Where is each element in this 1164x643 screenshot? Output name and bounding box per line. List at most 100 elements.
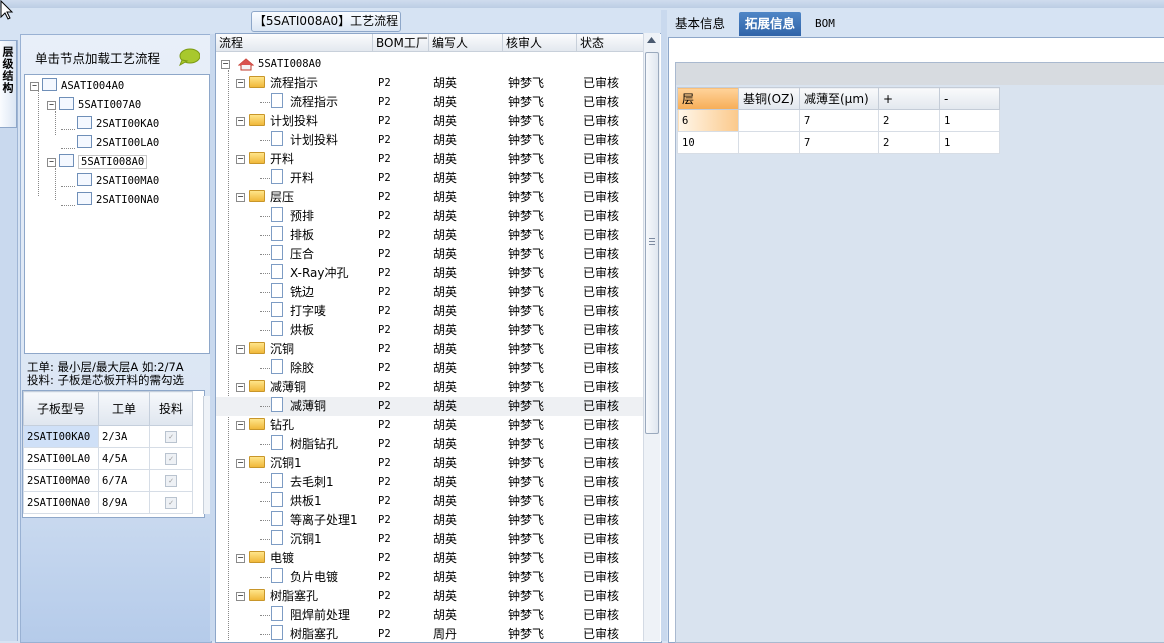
collapse-toggle-icon[interactable]: − xyxy=(236,79,245,88)
process-row[interactable]: 沉铜1 P2 胡英 钟梦飞 已审核 xyxy=(216,530,644,549)
col-header-layer[interactable]: 层 xyxy=(677,87,739,110)
tree-node-2sati00ka0[interactable]: 2SATI00KA0 xyxy=(77,116,159,132)
base-copper-cell[interactable] xyxy=(738,131,800,154)
scroll-up-icon[interactable] xyxy=(647,37,656,43)
feed-checkbox[interactable]: ✓ xyxy=(165,453,177,465)
process-row[interactable]: 等离子处理1 P2 胡英 钟梦飞 已审核 xyxy=(216,511,644,530)
sub-model-cell[interactable]: 2SATI00NA0 xyxy=(23,491,99,514)
tree-node-5sati007a0[interactable]: −5SATI007A0 xyxy=(47,97,141,113)
process-row[interactable]: − 计划投料 P2 胡英 钟梦飞 已审核 xyxy=(216,112,644,131)
process-row[interactable]: 计划投料 P2 胡英 钟梦飞 已审核 xyxy=(216,131,644,150)
table-row[interactable]: 2SATI00LA0 4/5A ✓ xyxy=(23,447,193,470)
col-header-plus[interactable]: + xyxy=(878,87,940,110)
process-row[interactable]: 去毛刺1 P2 胡英 钟梦飞 已审核 xyxy=(216,473,644,492)
layer-cell[interactable]: 10 xyxy=(677,131,739,154)
tree-node-2sati00ma0[interactable]: 2SATI00MA0 xyxy=(77,173,159,189)
sub-model-cell[interactable]: 2SATI00MA0 xyxy=(23,469,99,492)
process-row[interactable]: 排板 P2 胡英 钟梦飞 已审核 xyxy=(216,226,644,245)
col-header-base-copper[interactable]: 基铜(OZ) xyxy=(738,87,800,110)
process-row[interactable]: − 钻孔 P2 胡英 钟梦飞 已审核 xyxy=(216,416,644,435)
collapse-toggle-icon[interactable]: − xyxy=(236,193,245,202)
table-row[interactable]: 10 7 2 1 xyxy=(677,131,1000,154)
process-row[interactable]: − 层压 P2 胡英 钟梦飞 已审核 xyxy=(216,188,644,207)
process-row[interactable]: 烘板1 P2 胡英 钟梦飞 已审核 xyxy=(216,492,644,511)
process-row[interactable]: − 树脂塞孔 P2 胡英 钟梦飞 已审核 xyxy=(216,587,644,606)
tree-node-5sati008a0[interactable]: −5SATI008A0 xyxy=(47,154,148,170)
process-row[interactable]: − 流程指示 P2 胡英 钟梦飞 已审核 xyxy=(216,74,644,93)
sub-model-cell[interactable]: 2SATI00KA0 xyxy=(23,425,99,448)
collapse-toggle-icon[interactable]: − xyxy=(236,459,245,468)
process-row[interactable]: 除胶 P2 胡英 钟梦飞 已审核 xyxy=(216,359,644,378)
sub-model-cell[interactable]: 2SATI00LA0 xyxy=(23,447,99,470)
process-row[interactable]: 流程指示 P2 胡英 钟梦飞 已审核 xyxy=(216,93,644,112)
collapse-toggle-icon[interactable]: − xyxy=(47,101,56,110)
col-header-order[interactable]: 工单 xyxy=(98,391,150,426)
feed-checkbox[interactable]: ✓ xyxy=(165,475,177,487)
tab-basic-info[interactable]: 基本信息 xyxy=(669,12,731,36)
process-row[interactable]: − 开料 P2 胡英 钟梦飞 已审核 xyxy=(216,150,644,169)
plus-cell[interactable]: 2 xyxy=(878,131,940,154)
tree-node-2sati00la0[interactable]: 2SATI00LA0 xyxy=(77,135,159,151)
process-row[interactable]: 减薄铜 P2 胡英 钟梦飞 已审核 xyxy=(216,397,644,416)
base-copper-cell[interactable] xyxy=(738,109,800,132)
col-header-feed[interactable]: 投料 xyxy=(149,391,193,426)
col-header-reviewer[interactable]: 核审人 xyxy=(503,34,577,52)
col-header-thin-to[interactable]: 减薄至(μm) xyxy=(799,87,879,110)
tab-bom[interactable]: BOM xyxy=(809,12,841,36)
collapse-toggle-icon[interactable]: − xyxy=(236,117,245,126)
process-row[interactable]: − 沉铜 P2 胡英 钟梦飞 已审核 xyxy=(216,340,644,359)
process-row[interactable]: 铣边 P2 胡英 钟梦飞 已审核 xyxy=(216,283,644,302)
tree-node-2sati00na0[interactable]: 2SATI00NA0 xyxy=(77,192,159,208)
process-row[interactable]: 压合 P2 胡英 钟梦飞 已审核 xyxy=(216,245,644,264)
sub-order-cell[interactable]: 8/9A xyxy=(98,491,150,514)
thin-to-cell[interactable]: 7 xyxy=(799,131,879,154)
process-scroll-thumb[interactable] xyxy=(645,52,659,434)
sub-order-cell[interactable]: 4/5A xyxy=(98,447,150,470)
bom-factory-cell: P2 xyxy=(378,324,391,336)
minus-cell[interactable]: 1 xyxy=(939,109,1000,132)
col-header-status[interactable]: 状态 xyxy=(577,34,644,52)
process-row[interactable]: X-Ray冲孔 P2 胡英 钟梦飞 已审核 xyxy=(216,264,644,283)
process-row[interactable]: − 电镀 P2 胡英 钟梦飞 已审核 xyxy=(216,549,644,568)
collapse-toggle-icon[interactable]: − xyxy=(236,421,245,430)
process-row[interactable]: 负片电镀 P2 胡英 钟梦飞 已审核 xyxy=(216,568,644,587)
process-row[interactable]: 打字唛 P2 胡英 钟梦飞 已审核 xyxy=(216,302,644,321)
col-header-process[interactable]: 流程 xyxy=(216,34,373,52)
feed-checkbox[interactable]: ✓ xyxy=(165,431,177,443)
process-row[interactable]: 阻焊前处理 P2 胡英 钟梦飞 已审核 xyxy=(216,606,644,625)
plus-cell[interactable]: 2 xyxy=(878,109,940,132)
col-header-model[interactable]: 子板型号 xyxy=(23,391,99,426)
collapse-toggle-icon[interactable]: − xyxy=(236,155,245,164)
process-row[interactable]: − 沉铜1 P2 胡英 钟梦飞 已审核 xyxy=(216,454,644,473)
layer-cell[interactable]: 6 xyxy=(677,109,739,132)
col-header-minus[interactable]: - xyxy=(939,87,1000,110)
col-header-bom-factory[interactable]: BOM工厂 xyxy=(373,34,429,52)
tree-node-asati004a0[interactable]: − ASATI004A0 xyxy=(30,78,124,94)
collapse-toggle-icon[interactable]: − xyxy=(236,554,245,563)
sub-order-cell[interactable]: 2/3A xyxy=(98,425,150,448)
sub-order-cell[interactable]: 6/7A xyxy=(98,469,150,492)
tree-root-row[interactable]: − 5SATI008A0 xyxy=(216,55,644,74)
collapse-toggle-icon[interactable]: − xyxy=(236,592,245,601)
table-row[interactable]: 2SATI00NA0 8/9A ✓ xyxy=(23,491,193,514)
collapse-toggle-icon[interactable]: − xyxy=(30,82,39,91)
table-row[interactable]: 2SATI00MA0 6/7A ✓ xyxy=(23,469,193,492)
process-row[interactable]: 开料 P2 胡英 钟梦飞 已审核 xyxy=(216,169,644,188)
process-row[interactable]: 烘板 P2 胡英 钟梦飞 已审核 xyxy=(216,321,644,340)
minus-cell[interactable]: 1 xyxy=(939,131,1000,154)
process-row[interactable]: 树脂钻孔 P2 胡英 钟梦飞 已审核 xyxy=(216,435,644,454)
process-row[interactable]: 树脂塞孔 P2 周丹 钟梦飞 已审核 xyxy=(216,625,644,642)
collapse-toggle-icon[interactable]: − xyxy=(236,383,245,392)
col-header-writer[interactable]: 编写人 xyxy=(429,34,503,52)
right-splitter[interactable] xyxy=(661,10,667,641)
thin-to-cell[interactable]: 7 xyxy=(799,109,879,132)
table-row[interactable]: 6 7 2 1 xyxy=(677,109,1000,132)
table-row[interactable]: 2SATI00KA0 2/3A ✓ xyxy=(23,425,193,448)
process-row[interactable]: − 减薄铜 P2 胡英 钟梦飞 已审核 xyxy=(216,378,644,397)
collapse-toggle-icon[interactable]: − xyxy=(236,345,245,354)
feed-checkbox[interactable]: ✓ xyxy=(165,497,177,509)
tab-extended-info[interactable]: 拓展信息 xyxy=(739,12,802,36)
collapse-toggle-icon[interactable]: − xyxy=(221,60,230,69)
process-row[interactable]: 预排 P2 胡英 钟梦飞 已审核 xyxy=(216,207,644,226)
collapse-toggle-icon[interactable]: − xyxy=(47,158,56,167)
